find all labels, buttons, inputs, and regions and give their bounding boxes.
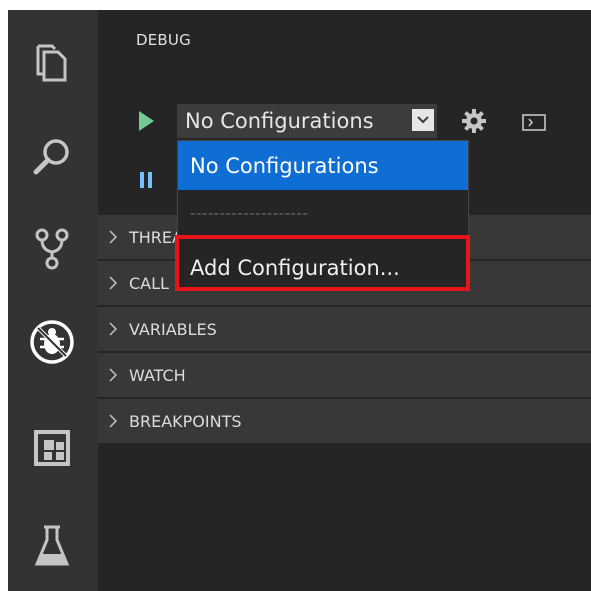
- flask-icon[interactable]: [26, 520, 78, 572]
- extensions-icon[interactable]: [26, 422, 78, 474]
- gear-icon[interactable]: [461, 108, 487, 134]
- section-breakpoints[interactable]: BREAKPOINTS: [98, 397, 591, 443]
- section-label: VARIABLES: [129, 319, 217, 339]
- vscode-window: DEBUG No Configurations THREADS CALL VAR…: [8, 10, 591, 591]
- play-icon[interactable]: [139, 111, 154, 131]
- highlight-annotation: [175, 235, 470, 291]
- dropdown-separator: --------------------: [190, 204, 309, 222]
- chevron-right-icon: [109, 230, 123, 244]
- section-label: WATCH: [129, 365, 186, 385]
- sidebar-title: DEBUG: [136, 31, 191, 49]
- debug-sidebar: DEBUG No Configurations THREADS CALL VAR…: [98, 10, 591, 591]
- chevron-down-icon[interactable]: [412, 109, 434, 131]
- chevron-right-icon: [109, 368, 123, 382]
- terminal-icon[interactable]: [522, 114, 546, 131]
- pause-icon[interactable]: [140, 172, 154, 188]
- section-label: BREAKPOINTS: [129, 411, 242, 431]
- dropdown-option-no-configurations[interactable]: No Configurations: [178, 141, 468, 190]
- chevron-right-icon: [109, 322, 123, 336]
- configuration-select-value: No Configurations: [185, 109, 374, 133]
- section-watch[interactable]: WATCH: [98, 351, 591, 397]
- chevron-right-icon: [109, 276, 123, 290]
- files-icon[interactable]: [26, 38, 78, 90]
- chevron-right-icon: [109, 414, 123, 428]
- debug-icon[interactable]: [26, 316, 78, 368]
- configuration-select[interactable]: No Configurations: [177, 104, 437, 138]
- activity-bar: [8, 10, 98, 591]
- search-icon[interactable]: [26, 130, 78, 182]
- section-variables[interactable]: VARIABLES: [98, 305, 591, 351]
- source-control-icon[interactable]: [26, 222, 78, 274]
